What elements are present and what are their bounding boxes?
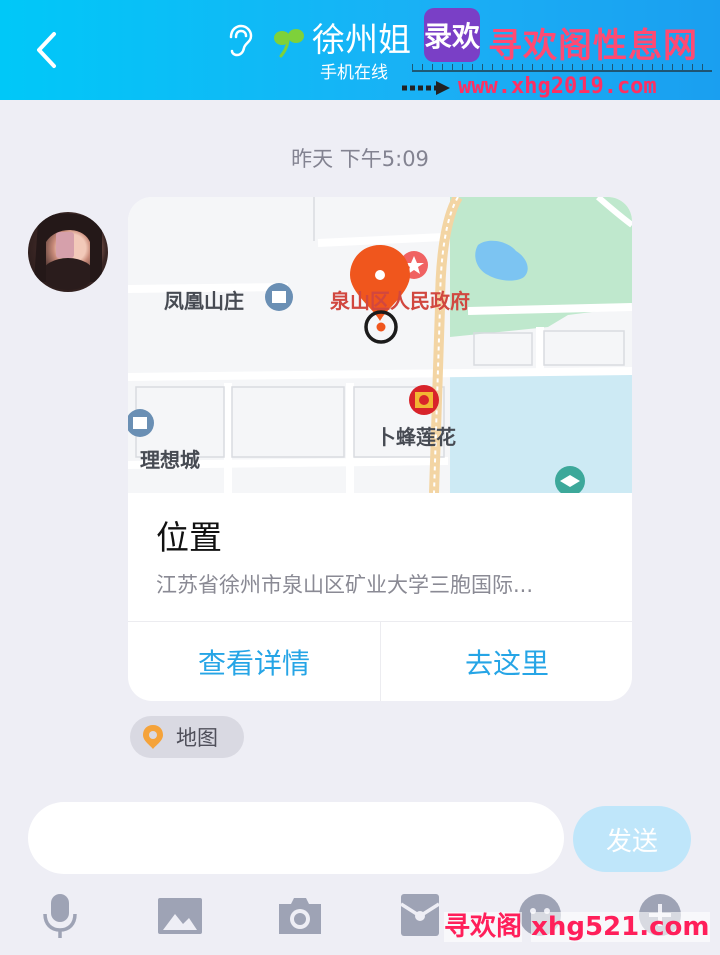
sprout-icon <box>274 29 304 58</box>
camera-icon[interactable] <box>275 890 325 940</box>
chevron-left-icon <box>37 32 56 68</box>
avatar[interactable] <box>28 212 108 292</box>
watermark-logo: 录欢 <box>424 8 480 62</box>
map-label-lixiang: 理想城 <box>140 448 200 472</box>
map-label-government: 泉山区人民政府 <box>330 289 470 313</box>
map-label-fenghuang: 凤凰山庄 <box>164 289 244 313</box>
map-tag-label: 地图 <box>176 726 218 750</box>
microphone-icon[interactable] <box>35 890 85 940</box>
watermark-bottom-url: xhg521.com <box>531 912 710 942</box>
watermark-bottom: 寻欢阁 xhg521.com <box>444 906 710 943</box>
red-packet-icon[interactable] <box>395 890 445 940</box>
message-input[interactable] <box>28 802 564 874</box>
watermark-url: www.xhg2019.com <box>458 74 657 99</box>
go-here-button[interactable]: 去这里 <box>381 622 632 701</box>
back-button[interactable] <box>26 26 66 74</box>
message-timestamp: 昨天 下午5:09 <box>291 147 429 171</box>
online-status: 手机在线 <box>320 63 388 83</box>
view-details-button[interactable]: 查看详情 <box>128 622 380 701</box>
location-card[interactable]: 凤凰山庄 泉山区人民政府 理想城 卜蜂莲花 位置 江苏省徐州市泉山区矿业大学三胞… <box>128 197 632 701</box>
watermark-bottom-text: 寻欢阁 <box>444 912 523 942</box>
watermark-arrow-icon <box>402 81 450 95</box>
location-pin-icon <box>143 725 163 749</box>
send-button[interactable]: 发送 <box>573 806 691 872</box>
map-source-tag[interactable]: 地图 <box>130 716 244 758</box>
image-icon[interactable] <box>155 890 205 940</box>
watermark-ruler <box>412 64 712 72</box>
watermark-site-name: 寻欢阁性息网 <box>488 26 698 66</box>
avatar-photo <box>34 213 102 290</box>
map-preview[interactable]: 凤凰山庄 泉山区人民政府 理想城 卜蜂莲花 <box>128 197 632 493</box>
location-title: 位置 <box>156 518 222 557</box>
map-label-bufeng: 卜蜂莲花 <box>376 425 456 449</box>
contact-name: 徐州姐 <box>312 20 411 59</box>
ear-icon[interactable] <box>225 24 255 58</box>
location-address: 江苏省徐州市泉山区矿业大学三胞国际... <box>156 573 534 597</box>
